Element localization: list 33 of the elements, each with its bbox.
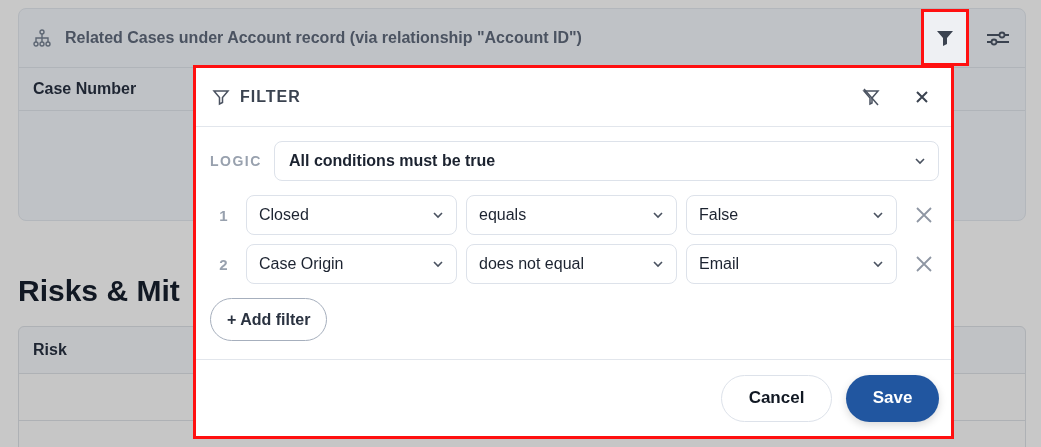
filter-icon xyxy=(212,88,230,106)
close-icon[interactable] xyxy=(915,90,929,104)
logic-label: LOGIC xyxy=(210,153,262,169)
settings-icon[interactable] xyxy=(985,29,1011,47)
operator-dropdown[interactable]: equals xyxy=(466,195,677,235)
operator-dropdown[interactable]: does not equal xyxy=(466,244,677,284)
column-header: Risk xyxy=(33,341,67,359)
value-dropdown[interactable]: False xyxy=(686,195,897,235)
filter-button[interactable] xyxy=(921,9,969,66)
logic-dropdown[interactable]: All conditions must be true xyxy=(274,141,939,181)
caret-icon xyxy=(652,260,664,268)
filter-number: 2 xyxy=(218,255,229,273)
section-heading: Risks & Mit xyxy=(18,273,181,309)
popover-title: FILTER xyxy=(240,88,301,106)
field-dropdown[interactable]: Closed xyxy=(246,195,457,235)
caret-icon xyxy=(872,211,884,219)
caret-icon xyxy=(432,260,444,268)
clear-filter-icon[interactable] xyxy=(861,87,881,107)
column-header: Case Number xyxy=(33,80,137,98)
field-dropdown[interactable]: Case Origin xyxy=(246,244,457,284)
cancel-button[interactable]: Cancel xyxy=(721,374,832,422)
remove-icon[interactable] xyxy=(915,255,933,273)
card-title: Related Cases under Account record (via relationship "Account ID") xyxy=(65,29,582,47)
caret-icon xyxy=(872,260,884,268)
save-button[interactable]: Save xyxy=(846,374,939,422)
remove-icon[interactable] xyxy=(915,206,933,224)
filter-number: 1 xyxy=(218,206,229,224)
hierarchy-icon xyxy=(33,29,51,47)
add-filter-button[interactable]: + Add filter xyxy=(210,298,328,341)
caret-icon xyxy=(432,211,444,219)
caret-icon xyxy=(652,211,664,219)
value-dropdown[interactable]: Email xyxy=(686,244,897,284)
caret-icon xyxy=(914,157,926,165)
